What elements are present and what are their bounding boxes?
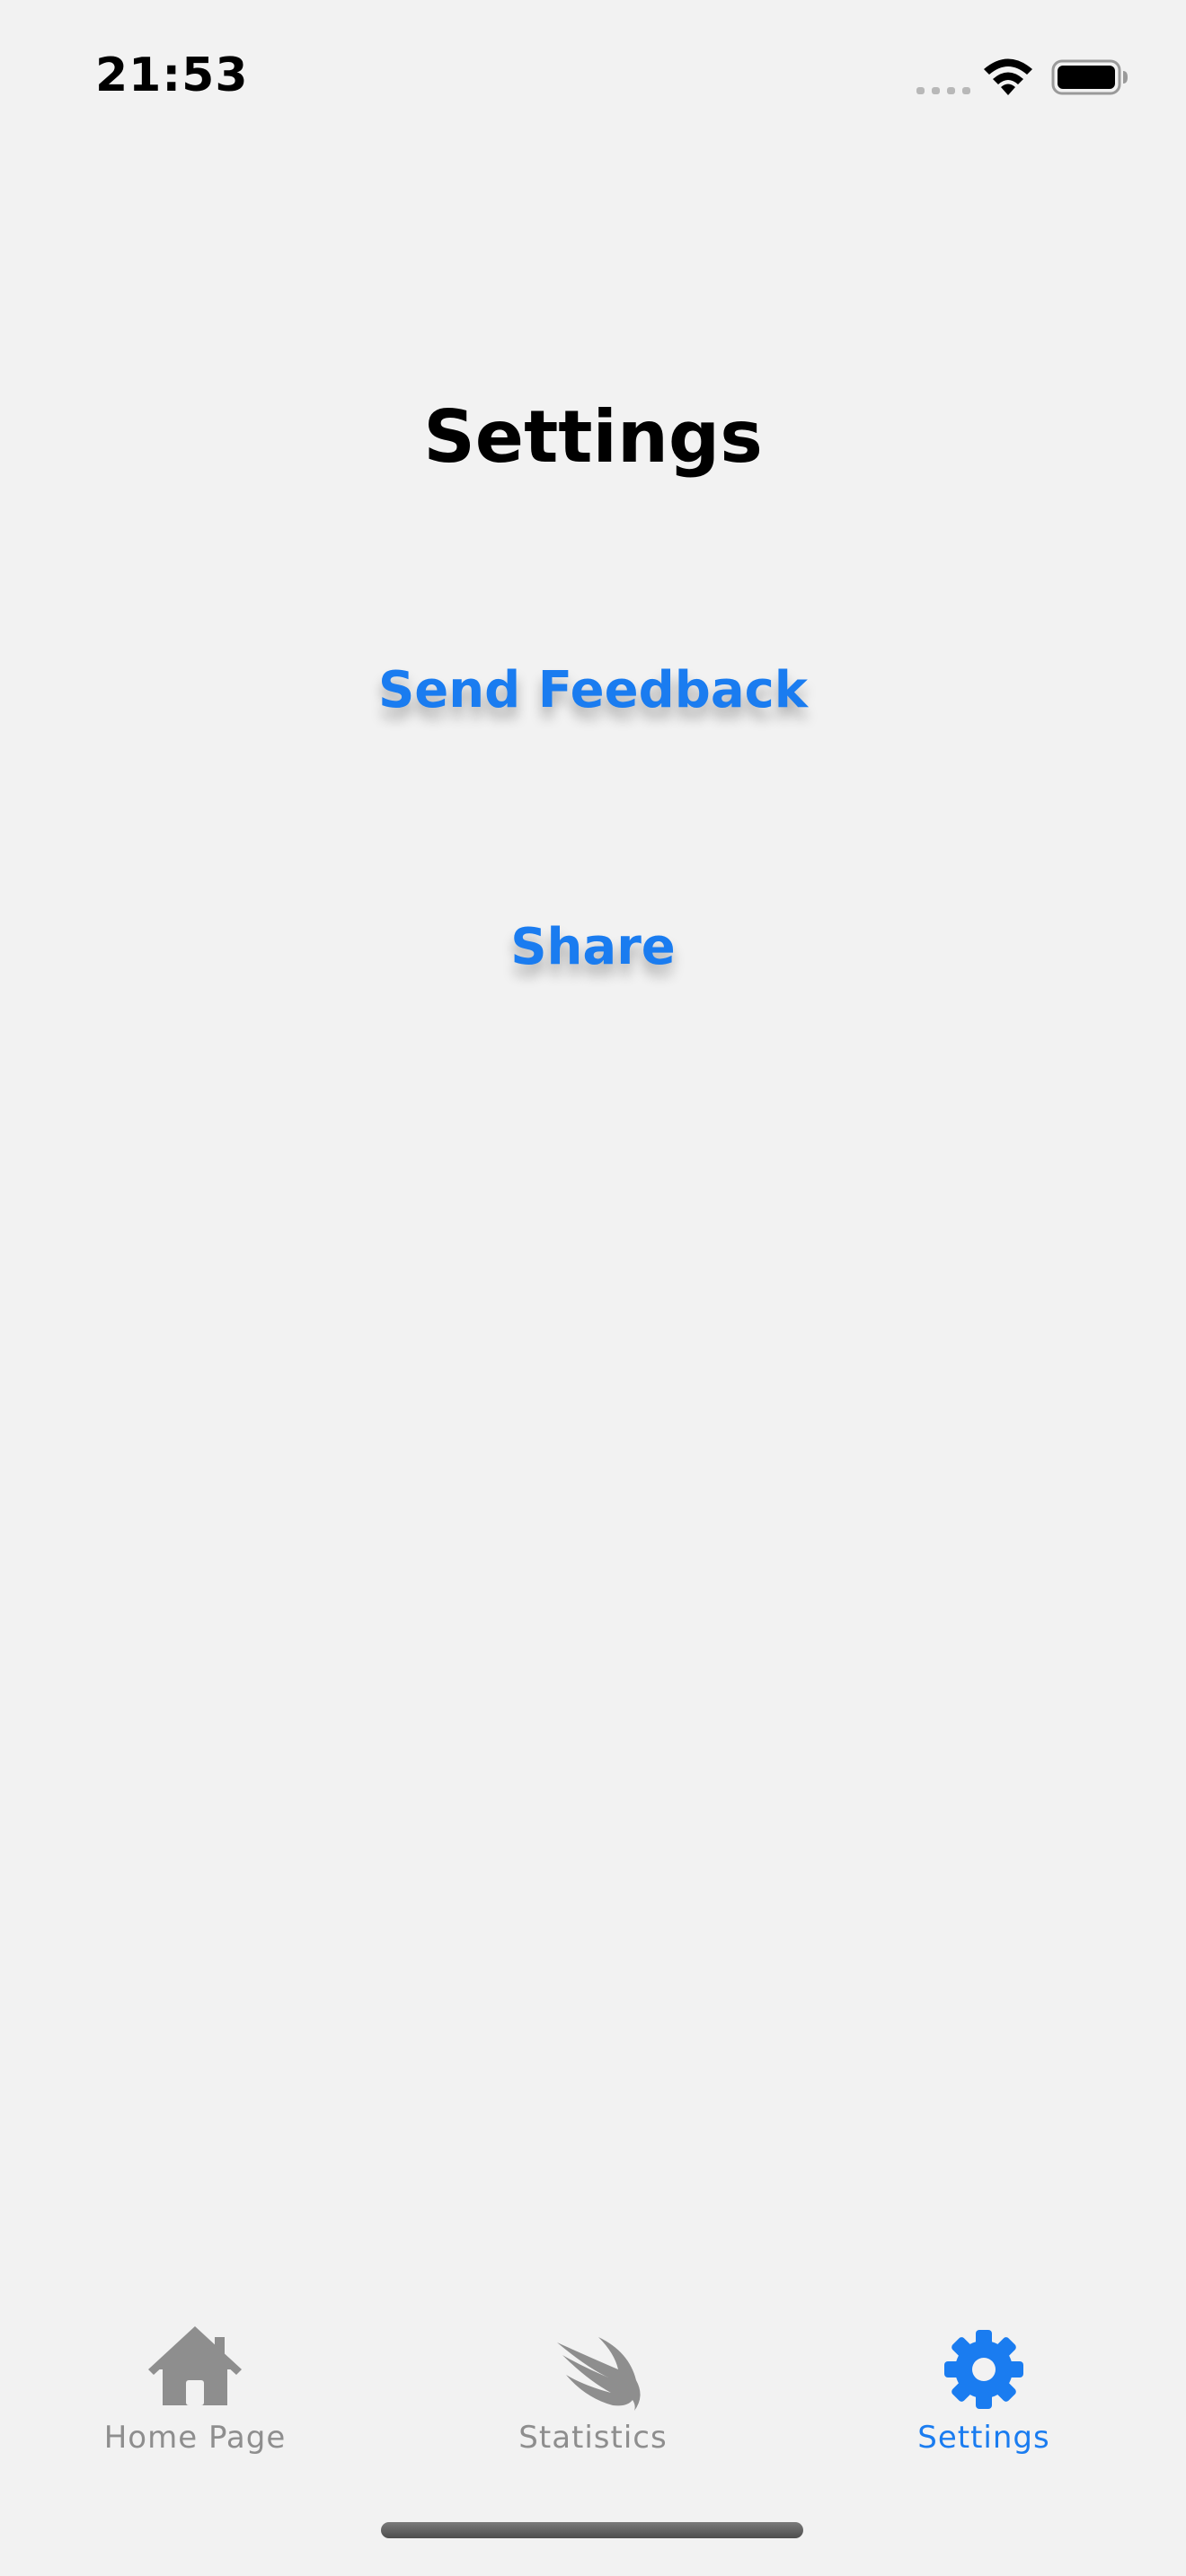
send-feedback-button[interactable]: Send Feedback — [0, 661, 1186, 719]
settings-screen: 21:53 Settings Send Feedback Share Home … — [0, 0, 1186, 2576]
tab-statistics-label: Statistics — [518, 2420, 668, 2456]
house-icon — [148, 2326, 242, 2405]
tab-bar: Home Page Statistics Settings — [0, 2308, 1186, 2488]
share-button[interactable]: Share — [0, 918, 1186, 976]
battery-icon — [1051, 59, 1128, 95]
wifi-icon — [984, 58, 1032, 95]
tab-home-page-label: Home Page — [103, 2420, 287, 2456]
cellular-signal-icon — [916, 87, 970, 94]
status-time: 21:53 — [95, 49, 249, 102]
tab-home-page[interactable]: Home Page — [47, 2308, 343, 2488]
gear-icon — [944, 2330, 1023, 2409]
swift-bird-icon — [557, 2337, 641, 2411]
tab-statistics[interactable]: Statistics — [445, 2308, 741, 2488]
home-indicator[interactable] — [381, 2522, 803, 2538]
status-bar: 21:53 — [0, 0, 1186, 162]
page-title: Settings — [423, 395, 763, 479]
tab-settings[interactable]: Settings — [836, 2308, 1132, 2488]
tab-settings-label: Settings — [917, 2420, 1050, 2456]
